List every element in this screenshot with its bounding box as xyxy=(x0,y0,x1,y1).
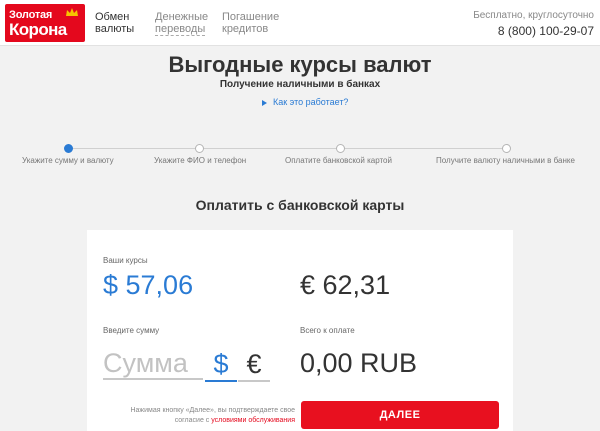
amount-label: Введите сумму xyxy=(103,326,160,335)
crown-icon xyxy=(66,8,78,16)
rates-label: Ваши курсы xyxy=(103,256,148,265)
nav-exchange-line2: валюты xyxy=(95,23,135,35)
contact-subtitle: Бесплатно, круглосуточно xyxy=(473,10,594,21)
logo[interactable]: Золотая Корона xyxy=(5,4,85,42)
nav-transfers[interactable]: Денежные переводы xyxy=(155,11,208,36)
total-label: Всего к оплате xyxy=(300,326,355,335)
nav-transfers-line2: переводы xyxy=(155,23,206,36)
total-value: 0,00 RUB xyxy=(300,348,418,378)
currency-eur-button[interactable]: € xyxy=(238,348,270,382)
nav-repayment[interactable]: Погашение кредитов xyxy=(222,11,279,35)
page-subtitle: Получение наличными в банках xyxy=(219,79,381,90)
currency-usd-button[interactable]: $ xyxy=(205,348,237,382)
page-title: Выгодные курсы валют xyxy=(168,52,432,77)
terms-link[interactable]: условиями обслуживания xyxy=(211,417,295,424)
step-dot-1 xyxy=(64,144,73,153)
step-dot-2 xyxy=(195,144,204,153)
step-label-4: Получите валюту наличными в банке xyxy=(436,156,575,165)
step-dot-4 xyxy=(502,144,511,153)
amount-input[interactable] xyxy=(103,348,203,380)
how-it-works-link[interactable]: Как это работает? xyxy=(262,97,348,107)
step-label-1: Укажите сумму и валюту xyxy=(22,156,114,165)
next-button[interactable]: ДАЛЕЕ xyxy=(301,401,499,429)
eur-rate: € 62,31 xyxy=(300,270,391,300)
step-label-2: Укажите ФИО и телефон xyxy=(154,156,247,165)
payment-card: Ваши курсы $ 57,06 € 62,31 Введите сумму… xyxy=(87,230,513,431)
contact-phone[interactable]: 8 (800) 100-29-07 xyxy=(473,24,594,38)
nav-transfers-line1: Денежные xyxy=(155,11,209,23)
contact-block: Бесплатно, круглосуточно 8 (800) 100-29-… xyxy=(473,10,594,38)
step-dot-3 xyxy=(336,144,345,153)
section-title: Оплатить с банковской карты xyxy=(195,197,405,213)
header: Золотая Корона Обмен валюты Денежные пер… xyxy=(0,0,600,46)
nav-repayment-line2: кредитов xyxy=(222,23,269,35)
play-icon xyxy=(262,99,267,106)
usd-rate: $ 57,06 xyxy=(103,270,194,300)
nav-exchange[interactable]: Обмен валюты xyxy=(95,11,134,35)
nav-exchange-line1: Обмен xyxy=(95,11,130,23)
logo-line2: Корона xyxy=(9,20,67,39)
steps-track xyxy=(68,148,505,149)
nav-repayment-line1: Погашение xyxy=(222,11,280,23)
step-label-3: Оплатите банковской картой xyxy=(285,156,392,165)
how-it-works-label: Как это работает? xyxy=(273,97,349,107)
disclaimer: Нажимая кнопку «Далее», вы подтверждаете… xyxy=(115,406,295,426)
